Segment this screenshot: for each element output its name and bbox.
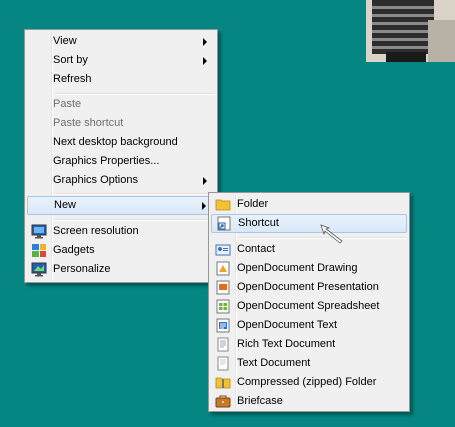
submenu-arrow-icon bbox=[203, 177, 207, 185]
new-item-shortcut[interactable]: Shortcut bbox=[211, 214, 407, 233]
new-submenu: Folder Shortcut Contact OpenDocument Dra… bbox=[208, 192, 410, 412]
text-document-icon bbox=[216, 318, 230, 333]
menu-item-paste-shortcut[interactable]: Paste shortcut bbox=[27, 114, 215, 133]
new-item-briefcase[interactable]: Briefcase bbox=[211, 392, 407, 411]
menu-item-refresh[interactable]: Refresh bbox=[27, 70, 215, 89]
desktop-photo-thumbnail bbox=[366, 0, 455, 62]
new-item-rtf[interactable]: Rich Text Document bbox=[211, 335, 407, 354]
new-item-zip[interactable]: Compressed (zipped) Folder bbox=[211, 373, 407, 392]
new-item-txt[interactable]: Text Document bbox=[211, 354, 407, 373]
personalize-icon bbox=[31, 262, 47, 277]
briefcase-icon bbox=[215, 395, 231, 408]
menu-item-paste[interactable]: Paste bbox=[27, 95, 215, 114]
plain-text-document-icon bbox=[217, 356, 229, 371]
menu-item-sort-by[interactable]: Sort by bbox=[27, 51, 215, 70]
presentation-document-icon bbox=[216, 280, 230, 295]
monitor-icon bbox=[31, 224, 47, 239]
spreadsheet-document-icon bbox=[216, 299, 230, 314]
desktop-context-menu: View Sort by Refresh Paste Paste shortcu… bbox=[24, 29, 218, 283]
menu-item-personalize[interactable]: Personalize bbox=[27, 260, 215, 279]
menu-item-next-desktop-background[interactable]: Next desktop background bbox=[27, 133, 215, 152]
menu-separator bbox=[55, 193, 215, 195]
shortcut-icon bbox=[217, 216, 231, 231]
rich-text-document-icon bbox=[217, 337, 229, 352]
new-item-odt[interactable]: OpenDocument Text bbox=[211, 316, 407, 335]
mouse-cursor-icon bbox=[320, 224, 343, 244]
new-item-contact[interactable]: Contact bbox=[211, 240, 407, 259]
submenu-arrow-icon bbox=[203, 38, 207, 46]
menu-item-graphics-options[interactable]: Graphics Options bbox=[27, 171, 215, 190]
menu-item-view[interactable]: View bbox=[27, 32, 215, 51]
menu-item-graphics-properties[interactable]: Graphics Properties... bbox=[27, 152, 215, 171]
menu-item-gadgets[interactable]: Gadgets bbox=[27, 241, 215, 260]
submenu-arrow-icon bbox=[202, 202, 206, 210]
zipped-folder-icon bbox=[215, 377, 231, 389]
new-item-folder[interactable]: Folder bbox=[211, 195, 407, 214]
menu-item-new[interactable]: New bbox=[27, 196, 215, 215]
contact-icon bbox=[215, 244, 231, 256]
submenu-arrow-icon bbox=[203, 57, 207, 65]
menu-separator bbox=[55, 219, 215, 221]
new-item-odp[interactable]: OpenDocument Presentation bbox=[211, 278, 407, 297]
gadgets-icon bbox=[32, 244, 46, 257]
new-item-ods[interactable]: OpenDocument Spreadsheet bbox=[211, 297, 407, 316]
menu-item-screen-resolution[interactable]: Screen resolution bbox=[27, 222, 215, 241]
drawing-document-icon bbox=[216, 261, 230, 276]
folder-icon bbox=[215, 199, 231, 211]
new-item-odg[interactable]: OpenDocument Drawing bbox=[211, 259, 407, 278]
